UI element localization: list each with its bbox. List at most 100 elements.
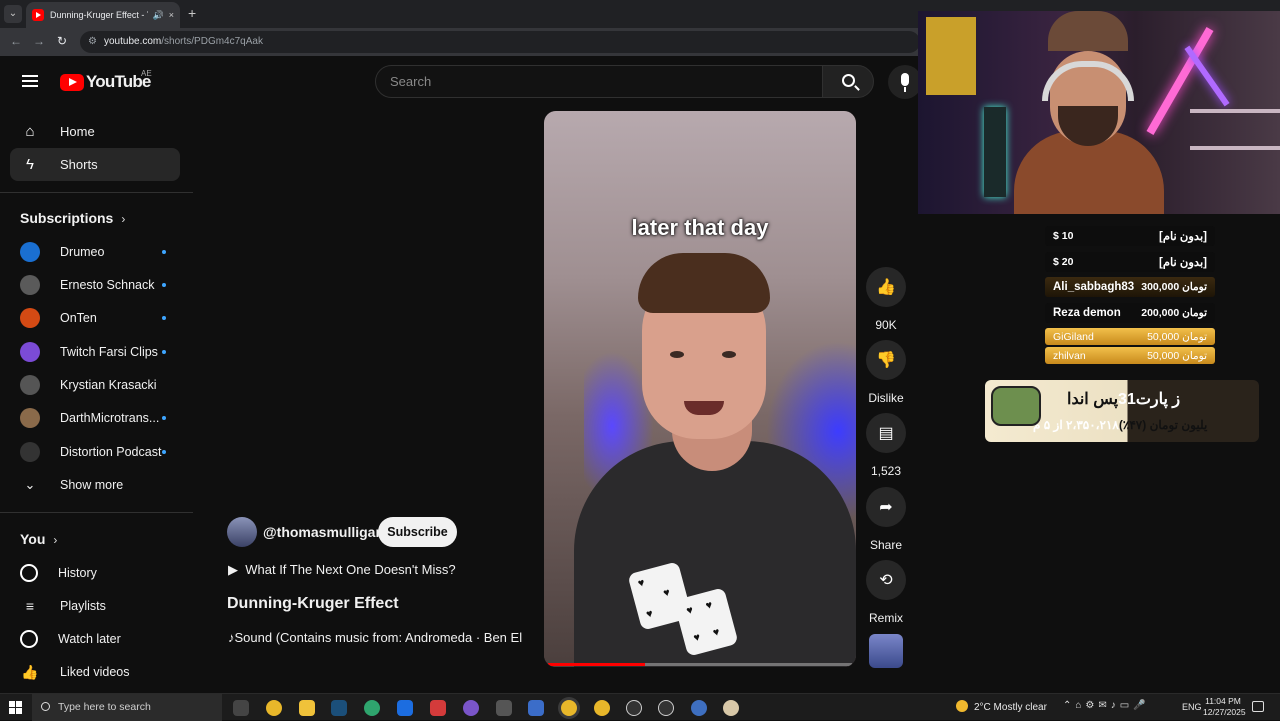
donation-row: $ 10 [بدون نام] (1045, 226, 1215, 246)
you-label: You (20, 531, 46, 547)
system-tray-icons[interactable]: ⌃⌂⚙✉♪▭🎤 (1063, 700, 1150, 711)
sidebar-item-ernesto-schnack[interactable]: Ernesto Schnack (20, 270, 180, 300)
thumbs-down-icon: 👎 (866, 340, 906, 380)
channel-avatar[interactable] (227, 517, 257, 547)
you-heading[interactable]: You › (20, 531, 57, 547)
related-video-link[interactable]: ▶ What If The Next One Doesn't Miss? (228, 562, 456, 578)
app-icon[interactable] (723, 700, 739, 716)
edge-icon[interactable] (364, 700, 380, 716)
show-more-label: Show more (60, 478, 124, 492)
sidebar-item-label: History (58, 566, 97, 580)
new-content-dot (162, 250, 166, 254)
weather-widget[interactable]: 2°C Mostly clear (956, 700, 1047, 713)
sidebar-item-drumeo[interactable]: Drumeo (20, 237, 180, 267)
avatar (20, 275, 40, 295)
youtube-logo[interactable]: YouTube AE (60, 69, 152, 92)
subscribe-button[interactable]: Subscribe (378, 517, 457, 547)
media-player-icon[interactable] (626, 700, 642, 716)
comment-icon: ▤ (866, 413, 906, 453)
search-button[interactable] (822, 65, 874, 98)
subscription-name: Twitch Farsi Clips (60, 345, 158, 359)
browser-tab[interactable]: Dunning-Kruger Effect - Yo 🔊 × (26, 2, 180, 28)
url-field[interactable]: ⚙ youtube.com/shorts/PDGm4c7qAak (80, 31, 920, 53)
donation-row: zhilvan 50,000 تومان (1045, 347, 1215, 364)
tab-search-chevron-icon[interactable]: ⌄ (4, 5, 22, 23)
person-hair (638, 253, 770, 313)
new-content-dot (162, 350, 166, 354)
donation-amount: 50,000 تومان (1147, 330, 1207, 343)
dislike-button[interactable]: 👎 Dislike (866, 340, 906, 405)
remix-button[interactable]: ⟲ Remix (866, 560, 906, 625)
sidebar-item-playlists[interactable]: ≡ Playlists (20, 591, 180, 621)
app-icon[interactable] (430, 700, 446, 716)
video-progress-bar[interactable] (548, 663, 852, 666)
file-explorer-icon[interactable] (299, 700, 315, 716)
goal-title-part: ز پارت31 (1118, 391, 1181, 408)
sound-thumbnail[interactable] (869, 634, 903, 668)
shorts-icon: ϟ (26, 156, 34, 173)
donation-row: Ali_sabbagh83 300,000 تومان (1045, 277, 1215, 297)
like-button[interactable]: 👍 90K (866, 267, 906, 332)
sidebar-item-shorts[interactable]: ϟ Shorts (10, 148, 180, 181)
chrome-active-icon[interactable] (561, 700, 577, 716)
taskbar-search-input[interactable]: Type here to search (32, 694, 222, 721)
input-language[interactable]: ENG (1182, 702, 1202, 712)
avatar (20, 242, 40, 262)
audio-app-icon[interactable] (496, 700, 512, 716)
task-view-icon[interactable] (233, 700, 249, 716)
site-info-icon[interactable]: ⚙ (88, 31, 97, 53)
new-tab-button[interactable]: + (188, 5, 196, 21)
sidebar-item-onten[interactable]: OnTen (20, 303, 180, 333)
sidebar-item-watch-later[interactable]: Watch later (20, 624, 180, 654)
app-icon[interactable] (463, 700, 479, 716)
notification-icon[interactable] (1252, 701, 1264, 712)
donation-amount: $ 20 (1053, 256, 1074, 268)
back-icon[interactable]: ← (10, 34, 22, 48)
donation-amount: $ 10 (1053, 230, 1074, 242)
sidebar-item-distortion-podcast[interactable]: Distortion Podcast (20, 437, 180, 467)
shorts-video-player[interactable]: ♥ ♥ ♥ ♥ ♥ ♥ ♥ later that day (544, 111, 856, 667)
avatar (20, 342, 40, 362)
youtube-play-icon (60, 73, 84, 91)
country-code: AE (141, 69, 152, 78)
thumbs-up-icon: 👍 (866, 267, 906, 307)
close-tab-icon[interactable]: × (169, 10, 174, 20)
reload-icon[interactable]: ↻ (57, 34, 67, 48)
search-input[interactable]: Search (375, 65, 823, 98)
voice-search-icon[interactable] (888, 65, 922, 99)
donation-row: GiGiland 50,000 تومان (1045, 328, 1215, 345)
forward-icon[interactable]: → (33, 34, 45, 48)
chrome-icon[interactable] (266, 700, 282, 716)
avatar (20, 408, 40, 428)
thumbs-up-icon: 👍 (21, 664, 39, 680)
obs-icon[interactable] (658, 700, 674, 716)
share-icon: ➦ (866, 487, 906, 527)
sound-link[interactable]: ♪Sound (Contains music from: Andromeda ·… (228, 630, 530, 645)
menu-icon[interactable] (22, 75, 38, 87)
sidebar-item-history[interactable]: History (20, 558, 180, 588)
app-icon[interactable] (691, 700, 707, 716)
share-button[interactable]: ➦ Share (866, 487, 906, 552)
sidebar-item-home[interactable]: ⌂ Home (10, 115, 180, 148)
steam-icon[interactable] (331, 700, 347, 716)
show-more-button[interactable]: ⌄ Show more (20, 470, 180, 500)
sidebar-item-krystian-krasacki[interactable]: Krystian Krasacki (20, 370, 180, 400)
subscriptions-heading[interactable]: Subscriptions › (20, 210, 125, 226)
weather-text: 2°C Mostly clear (974, 702, 1047, 713)
subscriptions-label: Subscriptions (20, 210, 114, 226)
chevron-down-icon: ⌄ (24, 477, 36, 492)
subscription-name: Krystian Krasacki (60, 378, 157, 392)
sidebar-item-twitch-farsi-clips[interactable]: Twitch Farsi Clips (20, 337, 180, 367)
app-icon[interactable] (397, 700, 413, 716)
sidebar-item-darthmicrotrans[interactable]: DarthMicrotrans... (20, 403, 180, 433)
speaker-icon[interactable]: 🔊 (153, 10, 164, 21)
chrome-profile-icon[interactable] (594, 700, 610, 716)
channel-name[interactable]: @thomasmulligan (263, 524, 384, 540)
app-icon[interactable] (528, 700, 544, 716)
sidebar-item-liked-videos[interactable]: 👍 Liked videos (20, 657, 180, 687)
subscription-name: Ernesto Schnack (60, 278, 155, 292)
taskbar-clock[interactable]: 11:04 PM 12/27/2025 (1203, 696, 1246, 718)
windows-start-icon[interactable] (9, 701, 23, 715)
url-host: youtube.com (104, 36, 162, 47)
comments-button[interactable]: ▤ 1,523 (866, 413, 906, 478)
